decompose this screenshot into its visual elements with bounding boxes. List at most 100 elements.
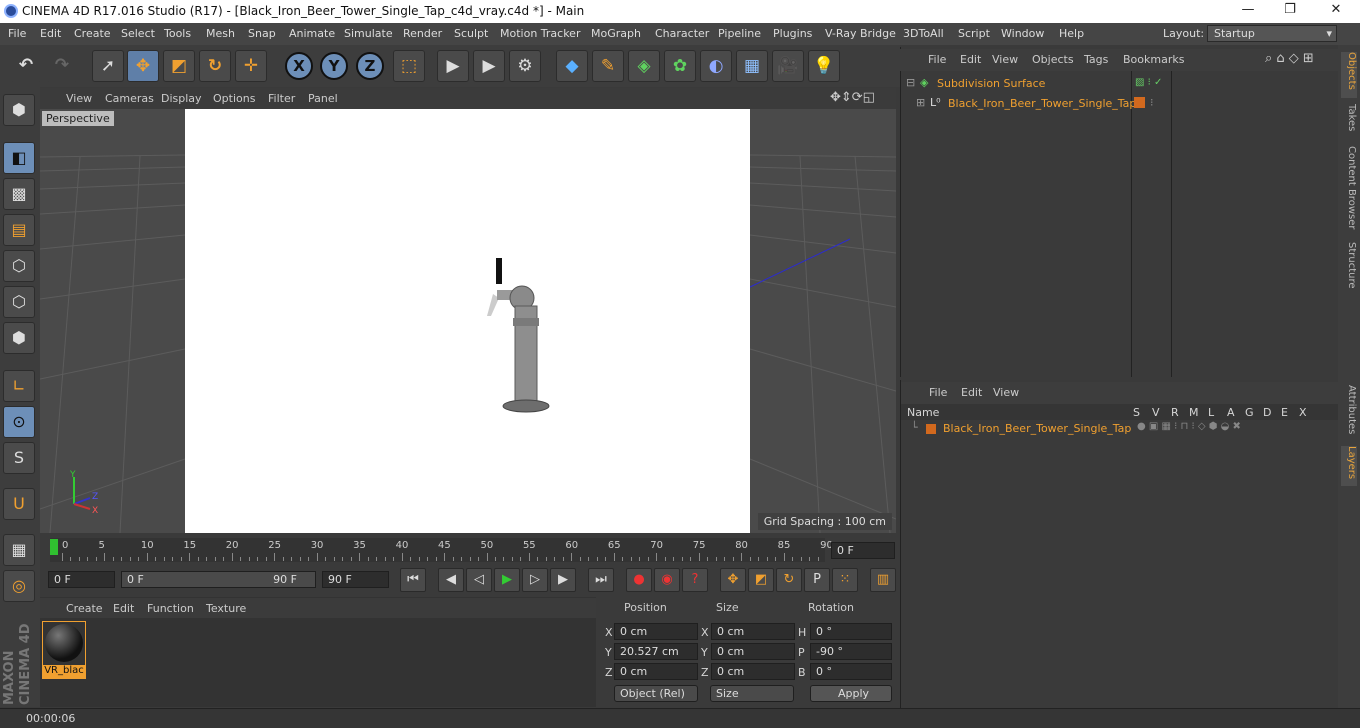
magnet-icon[interactable]: U — [3, 488, 35, 520]
cube-primitive-icon[interactable]: ◆ — [556, 50, 588, 82]
menu-vray-bridge[interactable]: V-Ray Bridge — [825, 27, 896, 40]
menu-edit[interactable]: Edit — [40, 27, 61, 40]
menu-mograph[interactable]: MoGraph — [591, 27, 641, 40]
tweak-mode-icon[interactable]: ⊙ — [3, 406, 35, 438]
redo-icon[interactable]: ↷ — [46, 50, 78, 82]
transform-tool-icon[interactable]: ✛ — [235, 50, 267, 82]
rot-h-field[interactable]: 0 ° — [810, 623, 892, 640]
vp-menu-display[interactable]: Display — [161, 92, 202, 105]
mat-menu-create[interactable]: Create — [66, 602, 103, 615]
maximize-button[interactable]: ❐ — [1280, 2, 1300, 20]
menu-character[interactable]: Character — [655, 27, 709, 40]
layer-row[interactable]: └ Black_Iron_Beer_Tower_Single_Tap ● ▣ ▦… — [901, 421, 1339, 437]
layer-menu-edit[interactable]: Edit — [961, 386, 982, 399]
tab-attributes[interactable]: Attributes — [1341, 385, 1357, 441]
menu-script[interactable]: Script — [958, 27, 990, 40]
y-axis-lock-icon[interactable]: Y — [320, 52, 348, 80]
menu-mesh[interactable]: Mesh — [206, 27, 235, 40]
menu-simulate[interactable]: Simulate — [344, 27, 393, 40]
obj-menu-file[interactable]: File — [928, 53, 946, 66]
polygons-mode-icon[interactable]: ⬢ — [3, 322, 35, 354]
perspective-viewport[interactable]: Perspective Y Z X Grid Spacing : 100 cm — [40, 109, 896, 533]
pos-z-field[interactable]: 0 cm — [614, 663, 698, 680]
pos-y-field[interactable]: 20.527 cm — [614, 643, 698, 660]
goto-start-icon[interactable]: ⏮ — [400, 568, 426, 592]
prev-key-icon[interactable]: ◀ — [438, 568, 464, 592]
mat-menu-edit[interactable]: Edit — [113, 602, 134, 615]
texture-mode-icon[interactable]: ▩ — [3, 178, 35, 210]
live-selection-icon[interactable]: ➚ — [92, 50, 124, 82]
lock-workplane-icon[interactable]: ▦ — [3, 534, 35, 566]
menu-window[interactable]: Window — [1001, 27, 1044, 40]
rot-b-field[interactable]: 0 ° — [810, 663, 892, 680]
layout-dropdown[interactable]: Startup ▾ — [1207, 25, 1337, 42]
mat-menu-function[interactable]: Function — [147, 602, 194, 615]
move-tool-icon[interactable]: ✥ — [127, 50, 159, 82]
key-position-icon[interactable]: ✥ — [720, 568, 746, 592]
vp-menu-options[interactable]: Options — [213, 92, 255, 105]
vp-menu-cameras[interactable]: Cameras — [105, 92, 154, 105]
coordinate-system-icon[interactable]: ⬚ — [393, 50, 425, 82]
z-axis-lock-icon[interactable]: Z — [356, 52, 384, 80]
floor-icon[interactable]: ▦ — [736, 50, 768, 82]
rotate-tool-icon[interactable]: ↻ — [199, 50, 231, 82]
x-axis-lock-icon[interactable]: X — [285, 52, 313, 80]
next-key-icon[interactable]: ▶ — [550, 568, 576, 592]
obj-menu-objects[interactable]: Objects — [1032, 53, 1074, 66]
render-settings-icon[interactable]: ⚙ — [509, 50, 541, 82]
menu-file[interactable]: File — [8, 27, 26, 40]
menu-animate[interactable]: Animate — [289, 27, 335, 40]
menu-snap[interactable]: Snap — [248, 27, 276, 40]
apply-button[interactable]: Apply — [810, 685, 892, 702]
subdivision-surface-icon[interactable]: ◈ — [628, 50, 660, 82]
start-frame-field[interactable]: 0 F — [48, 571, 115, 588]
frame-range-slider[interactable]: 0 F 90 F — [121, 571, 316, 588]
cloner-icon[interactable]: ✿ — [664, 50, 696, 82]
obj-menu-tags[interactable]: Tags — [1084, 53, 1108, 66]
collapse-icon[interactable]: ⊟ — [906, 76, 915, 89]
menu-sculpt[interactable]: Sculpt — [454, 27, 488, 40]
coord-mode-dropdown[interactable]: Object (Rel) — [614, 685, 698, 702]
deformer-icon[interactable]: ◐ — [700, 50, 732, 82]
edges-mode-icon[interactable]: ⬡ — [3, 286, 35, 318]
expand-icon[interactable]: ⊞ — [916, 96, 925, 109]
vp-menu-view[interactable]: View — [66, 92, 92, 105]
menu-help[interactable]: Help — [1059, 27, 1084, 40]
visibility-dots-icon[interactable]: ⁝ — [1150, 96, 1154, 109]
close-button[interactable]: ✕ — [1326, 2, 1346, 20]
vp-menu-filter[interactable]: Filter — [268, 92, 295, 105]
tree-row-beer-tower[interactable]: ⊞ L⁰ Black_Iron_Beer_Tower_Single_Tap — [904, 95, 1136, 113]
model-mode-icon[interactable]: ◧ — [3, 142, 35, 174]
size-x-field[interactable]: 0 cm — [711, 623, 795, 640]
current-frame-field[interactable]: 0 F — [831, 542, 895, 559]
layer-menu-file[interactable]: File — [929, 386, 947, 399]
tab-objects[interactable]: Objects — [1341, 52, 1357, 98]
next-frame-icon[interactable]: ▷ — [522, 568, 548, 592]
auto-keying-icon[interactable]: ◉ — [654, 568, 680, 592]
menu-create[interactable]: Create — [74, 27, 111, 40]
undo-icon[interactable]: ↶ — [10, 50, 42, 82]
render-view-icon[interactable]: ▶ — [437, 50, 469, 82]
scale-tool-icon[interactable]: ◩ — [163, 50, 195, 82]
obj-menu-edit[interactable]: Edit — [960, 53, 981, 66]
obj-menu-view[interactable]: View — [992, 53, 1018, 66]
vp-menu-panel[interactable]: Panel — [308, 92, 338, 105]
workplane-icon[interactable]: ▤ — [3, 214, 35, 246]
key-rotation-icon[interactable]: ↻ — [776, 568, 802, 592]
size-mode-dropdown[interactable]: Size — [710, 685, 794, 702]
obj-menu-bookmarks[interactable]: Bookmarks — [1123, 53, 1184, 66]
menu-pipeline[interactable]: Pipeline — [718, 27, 761, 40]
camera-icon[interactable]: 🎥 — [772, 50, 804, 82]
menu-plugins[interactable]: Plugins — [773, 27, 812, 40]
prev-frame-icon[interactable]: ◁ — [466, 568, 492, 592]
menu-motion-tracker[interactable]: Motion Tracker — [500, 27, 580, 40]
size-y-field[interactable]: 0 cm — [711, 643, 795, 660]
menu-tools[interactable]: Tools — [164, 27, 191, 40]
play-icon[interactable]: ▶ — [494, 568, 520, 592]
key-scale-icon[interactable]: ◩ — [748, 568, 774, 592]
render-picture-viewer-icon[interactable]: ▶ — [473, 50, 505, 82]
material-thumbnail[interactable]: VR_blac — [42, 621, 86, 679]
planar-workplane-icon[interactable]: ◎ — [3, 570, 35, 602]
tab-content-browser[interactable]: Content Browser — [1341, 146, 1357, 232]
menu-3dtoall[interactable]: 3DToAll — [903, 27, 944, 40]
